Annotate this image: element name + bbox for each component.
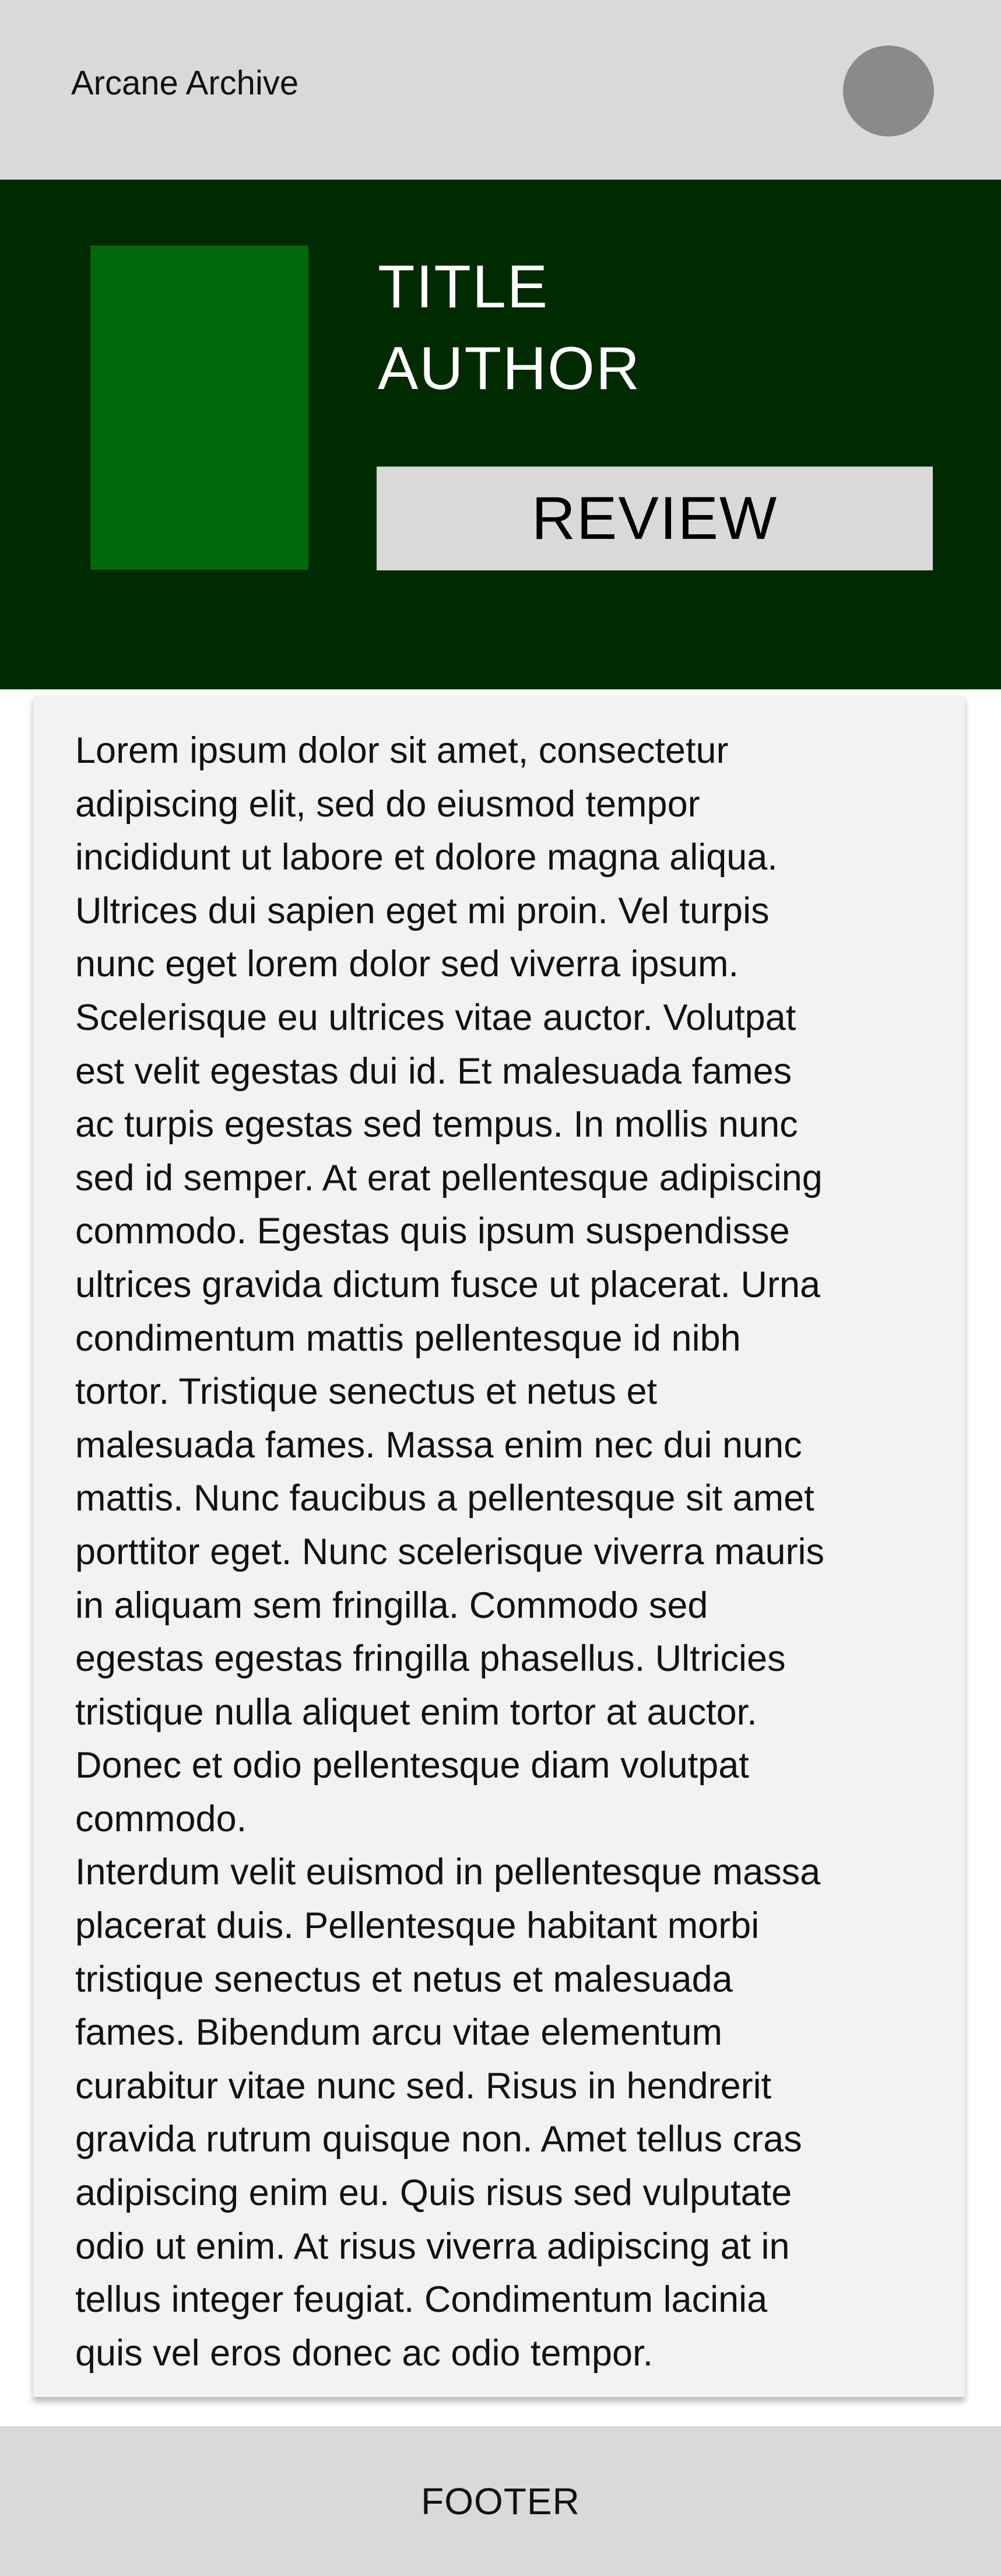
avatar[interactable] xyxy=(843,45,934,136)
top-header: Arcane Archive xyxy=(0,0,1001,180)
description-card: Lorem ipsum dolor sit amet, consectetur … xyxy=(33,695,965,2397)
review-button[interactable]: REVIEW xyxy=(377,467,933,570)
footer-label: FOOTER xyxy=(421,2480,580,2522)
description-paragraph: Interdum velit euismod in pellentesque m… xyxy=(75,1852,821,2374)
book-hero-section: TITLE AUTHOR REVIEW xyxy=(0,180,1001,689)
description-paragraph: Lorem ipsum dolor sit amet, consectetur … xyxy=(75,730,825,1839)
page-footer: FOOTER xyxy=(0,2426,1001,2576)
app-title: Arcane Archive xyxy=(71,64,299,102)
book-cover-image xyxy=(90,246,308,570)
book-author: AUTHOR xyxy=(378,335,641,402)
book-title: TITLE xyxy=(378,253,549,321)
